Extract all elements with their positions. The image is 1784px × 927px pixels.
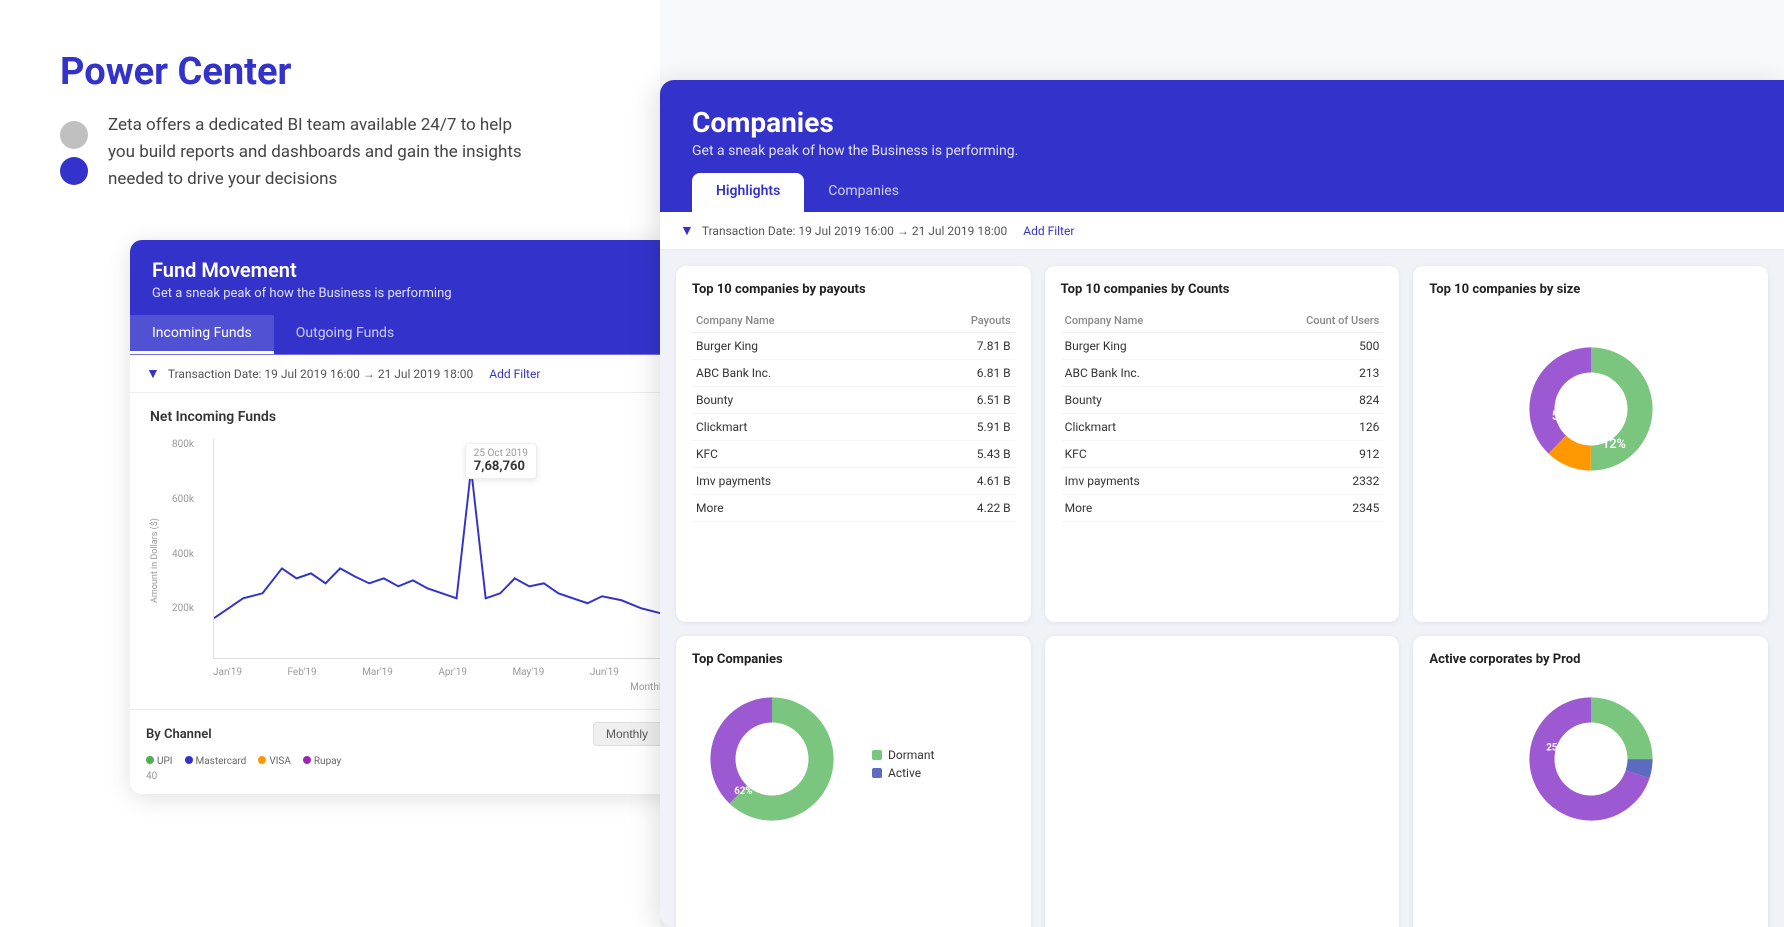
tooltip-date: 25 Oct 2019 [474,448,528,459]
fund-card-subtitle: Get a sneak peak of how the Business is … [152,286,668,301]
table-row: Burger King500 [1061,333,1384,360]
card-active-corp-title: Active corporates by Prod [1429,652,1752,667]
table-row: Bounty6.51 B [692,387,1015,414]
companies-add-filter-button[interactable]: Add Filter [1023,224,1074,238]
legend-active: Active [872,766,934,780]
companies-content: Top 10 companies by payouts Company Name… [660,250,1784,927]
legend: UPI Mastercard VISA Rupay [146,756,674,767]
companies-filter-bar: ▼ Transaction Date: 19 Jul 2019 16:00 → … [660,212,1784,250]
card-top-companies-title: Top Companies [692,652,1015,667]
fund-filter-bar: ▼ Transaction Date: 19 Jul 2019 16:00 → … [130,355,690,393]
table-row: Clickmart5.91 B [692,414,1015,441]
left-panel: Power Center Zeta offers a dedicated BI … [0,0,660,927]
by-channel-card: By Channel Monthly Weekly Daily UPI Mast… [130,709,690,794]
page-title: Power Center [60,50,600,94]
companies-subtitle: Get a sneak peak of how the Business is … [692,143,1752,159]
by-channel-header: By Channel Monthly Weekly Daily [146,722,674,746]
active-corp-donut-container: 25% [1429,679,1752,839]
companies-header: Companies Get a sneak peak of how the Bu… [660,80,1784,212]
table-row: Imv payments4.61 B [692,468,1015,495]
toggle-dot-gray[interactable] [60,121,88,149]
fund-card-body: Net Incoming Funds Amount in Dollars ($)… [130,393,690,709]
tab-highlights[interactable]: Highlights [692,173,804,212]
legend-rupay: Rupay [303,756,341,767]
monthly-label: Monthly [150,682,666,693]
chart-tooltip: 25 Oct 2019 7,68,760 [465,443,537,479]
card-active-corp: Active corporates by Prod 25% [1413,636,1768,927]
fund-movement-card: Fund Movement Get a sneak peak of how th… [130,240,690,794]
chart-x-labels: Jan'19 Feb'19 Mar'19 Apr'19 May'19 Jun'1… [213,667,670,678]
size-donut-svg: 5 50% 1 12% [1521,339,1661,479]
table-row: Burger King7.81 B [692,333,1015,360]
card-top10-size: Top 10 companies by size 5 50% 1 12% [1413,266,1768,622]
table-row: ABC Bank Inc.6.81 B [692,360,1015,387]
fund-card-header: Fund Movement Get a sneak peak of how th… [130,240,690,315]
filter-text: Transaction Date: 19 Jul 2019 16:00 → 21… [168,367,473,381]
donut-label-50pct: 50% [1551,409,1575,424]
table-row: ABC Bank Inc.213 [1061,360,1384,387]
tab-outgoing-funds[interactable]: Outgoing Funds [274,315,416,354]
donut-label-12pct: 12% [1602,437,1626,452]
col-company-name2: Company Name [1061,309,1227,333]
toggles [60,121,88,185]
card-top10-size-title: Top 10 companies by size [1429,282,1752,297]
table-row: Imv payments2332 [1061,468,1384,495]
donut-label-25pct: 25% [1546,742,1564,753]
table-row: More2345 [1061,495,1384,522]
description: Zeta offers a dedicated BI team availabl… [108,112,528,194]
table-row: More4.22 B [692,495,1015,522]
card-top10-counts-title: Top 10 companies by Counts [1061,282,1384,297]
donut-label-38: 38% [778,728,796,739]
companies-filter-icon[interactable]: ▼ [680,222,694,239]
by-channel-title: By Channel [146,727,212,742]
tab-incoming-funds[interactable]: Incoming Funds [130,315,274,354]
toggle-dot-blue[interactable] [60,157,88,185]
legend-upi: UPI [146,756,173,767]
companies-title: Companies [692,106,1752,139]
line-chart-svg [214,439,670,658]
legend-visa: VISA [258,756,291,767]
bar-y-label: 40 [146,771,674,782]
payouts-table: Company Name Payouts Burger King7.81 B A… [692,309,1015,522]
companies-dashboard: Companies Get a sneak peak of how the Bu… [660,80,1784,927]
col-payouts: Payouts [900,309,1015,333]
chart-area: 200k 400k 600k 800k 25 Oct 2019 7,68,760 [213,439,670,659]
top-companies-donut-svg: 62% 38% [702,689,842,829]
table-row: Clickmart126 [1061,414,1384,441]
table-row: Bounty824 [1061,387,1384,414]
counts-table: Company Name Count of Users Burger King5… [1061,309,1384,522]
donut-label-62: 62% [734,786,752,797]
fund-card-title: Fund Movement [152,258,668,282]
add-filter-button[interactable]: Add Filter [489,367,540,381]
y-axis-label: Amount in Dollars ($) [150,439,164,682]
card-placeholder [1045,636,1400,927]
card-top10-payouts-title: Top 10 companies by payouts [692,282,1015,297]
companies-tabs: Highlights Companies [692,173,1752,212]
legend-mastercard: Mastercard [185,756,247,767]
top-companies-legend: Dormant Active [872,748,934,780]
table-row: KFC912 [1061,441,1384,468]
tooltip-value: 7,68,760 [474,459,528,474]
col-count-users: Count of Users [1227,309,1383,333]
chart-title: Net Incoming Funds [150,409,670,425]
chart-y-labels: 200k 400k 600k 800k [172,439,194,658]
col-company-name: Company Name [692,309,900,333]
legend-dormant: Dormant [872,748,934,762]
top-companies-donut-container: 62% 38% [692,679,852,839]
table-row: KFC5.43 B [692,441,1015,468]
fund-tabs: Incoming Funds Outgoing Funds [130,315,690,355]
card-top-companies: Top Companies 62% 38% Dormant [676,636,1031,927]
size-donut-container: 5 50% 1 12% [1429,309,1752,509]
companies-filter-text: Transaction Date: 19 Jul 2019 16:00 → 21… [702,224,1007,238]
toggle-group: Zeta offers a dedicated BI team availabl… [60,112,600,194]
card-top10-payouts: Top 10 companies by payouts Company Name… [676,266,1031,622]
active-corp-donut-svg: 25% [1521,689,1661,829]
tab-companies[interactable]: Companies [804,173,923,212]
card-top10-counts: Top 10 companies by Counts Company Name … [1045,266,1400,622]
filter-icon[interactable]: ▼ [146,365,160,382]
